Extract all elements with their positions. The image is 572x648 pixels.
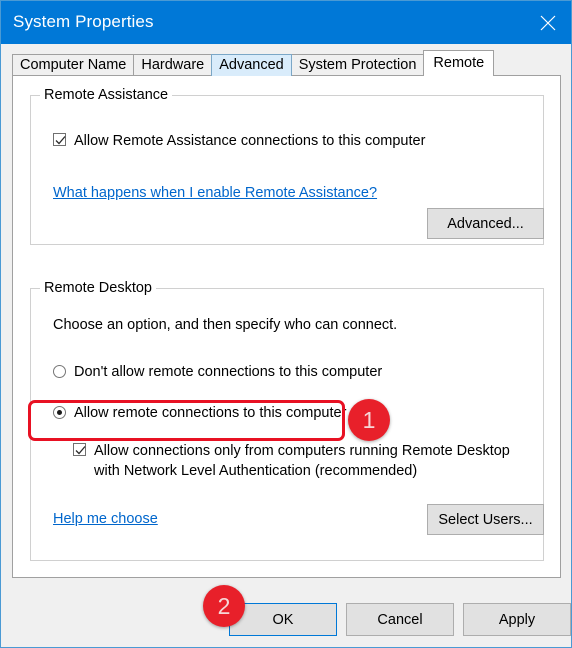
title-bar: System Properties [1,1,571,44]
radio-dont-allow[interactable] [53,365,66,378]
allow-remote-assistance-label: Allow Remote Assistance connections to t… [74,133,426,149]
close-icon-glyph [540,15,556,31]
checkmark-icon [55,136,66,145]
nla-checkbox[interactable] [73,443,86,456]
radio-dont-allow-label: Don't allow remote connections to this c… [74,364,383,380]
radio-allow-dot [57,410,62,415]
nla-checkbox-label: Allow connections only from computers ru… [94,441,510,481]
tab-computer-name[interactable]: Computer Name [12,54,135,76]
tab-hardware[interactable]: Hardware [133,54,213,76]
window-title: System Properties [13,12,154,31]
checkmark-icon [75,446,86,455]
tab-remote[interactable]: Remote [423,50,495,76]
dialog-footer: OK Cancel Apply [1,578,571,647]
tab-system-protection[interactable]: System Protection [290,54,425,76]
remote-assistance-group-title: Remote Assistance [40,87,173,103]
remote-desktop-group: Remote Desktop Choose an option, and the… [30,280,544,561]
system-properties-dialog: System Properties Computer Name Hardware… [0,0,572,648]
nla-checkbox-label-line2: with Network Level Authentication (recom… [94,463,418,479]
radio-allow[interactable] [53,406,66,419]
remote-tab-page: Remote Assistance Allow Remote Assistanc… [12,75,561,578]
close-icon[interactable] [525,1,571,44]
help-me-choose-link[interactable]: Help me choose [53,511,158,527]
remote-desktop-instruction: Choose an option, and then specify who c… [53,317,398,333]
select-users-button[interactable]: Select Users... [427,504,544,535]
apply-button[interactable]: Apply [463,603,571,636]
remote-assistance-group: Remote Assistance Allow Remote Assistanc… [30,87,544,245]
tab-advanced[interactable]: Advanced [211,54,292,76]
tab-strip: Computer Name Hardware Advanced System P… [12,50,495,76]
nla-checkbox-label-line1: Allow connections only from computers ru… [94,443,510,459]
ok-button[interactable]: OK [229,603,337,636]
remote-desktop-group-title: Remote Desktop [40,280,156,296]
allow-remote-assistance-checkbox[interactable] [53,133,66,146]
cancel-button[interactable]: Cancel [346,603,454,636]
remote-assistance-help-link[interactable]: What happens when I enable Remote Assist… [53,185,377,201]
advanced-button[interactable]: Advanced... [427,208,544,239]
radio-allow-label: Allow remote connections to this compute… [74,405,347,421]
